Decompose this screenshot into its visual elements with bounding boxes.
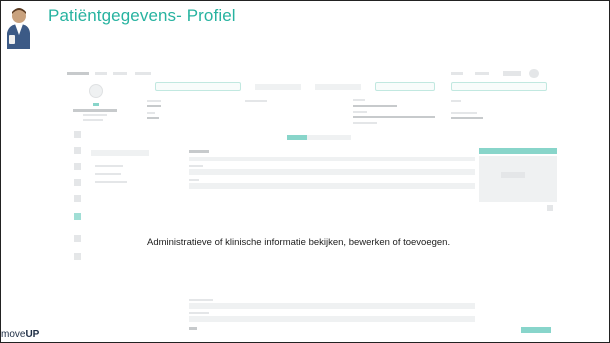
nav-item [135,72,151,75]
sidebar-icon [74,147,81,154]
sidebar-icon [74,163,81,170]
info-value [353,116,435,118]
nav-item [95,72,107,75]
patient-id [83,114,107,116]
patient-meta [83,119,103,121]
info-label [147,100,161,102]
doctor-avatar-icon [7,8,30,49]
field-label [189,165,203,167]
slide-description: Administratieve of klinische informatie … [147,237,451,248]
header-tab [375,82,435,91]
brand-logo: moveUP [1,329,39,340]
nav-item [475,72,489,75]
right-panel-icon [547,205,553,211]
app-screenshot [59,55,559,339]
sidebar-icon [74,179,81,186]
slide-title: Patiëntgegevens- Profiel [48,6,236,25]
info-label [353,111,367,113]
content-row [189,157,475,161]
section-heading [189,150,209,153]
header-tab [315,84,361,90]
left-panel-item [95,173,121,175]
profile-picture [89,84,103,98]
field-input [189,169,475,175]
field-label [189,312,209,314]
sidebar-icon [74,253,81,260]
sidebar-icon [74,195,81,202]
field-label [189,327,197,330]
field-label [189,299,213,301]
field-label [189,179,199,181]
patient-name [73,109,117,112]
left-panel-header [91,150,149,156]
brand-logo-bold: UP [25,329,40,340]
right-panel-button [479,148,557,154]
header-tab [451,82,547,91]
brand-logo-light: move [1,329,26,340]
info-label [451,112,477,114]
left-panel-item [95,165,123,167]
active-pill [287,135,307,140]
field-input [189,303,475,309]
sidebar-icon [74,235,81,242]
field-input [189,316,475,322]
info-label [245,100,267,102]
app-logo [67,72,89,75]
header-tab [255,84,301,90]
right-panel-field [501,172,525,178]
sidebar-icon [74,131,81,138]
pill-option [307,135,351,140]
right-panel [479,156,557,202]
nav-item [503,71,521,76]
header-tab [155,82,241,91]
info-value [147,105,161,107]
left-panel-item [95,181,127,183]
info-value [353,122,377,124]
nav-item [113,72,127,75]
info-label [353,99,365,101]
field-input [189,183,475,189]
info-value [353,105,397,107]
nav-item [451,72,463,75]
save-button [521,327,551,333]
info-value [451,117,483,119]
status-indicator [93,103,99,106]
sidebar-icon-active [74,213,81,220]
user-avatar [529,69,539,78]
info-value [147,117,159,119]
info-label [147,112,155,114]
info-label [451,100,461,102]
